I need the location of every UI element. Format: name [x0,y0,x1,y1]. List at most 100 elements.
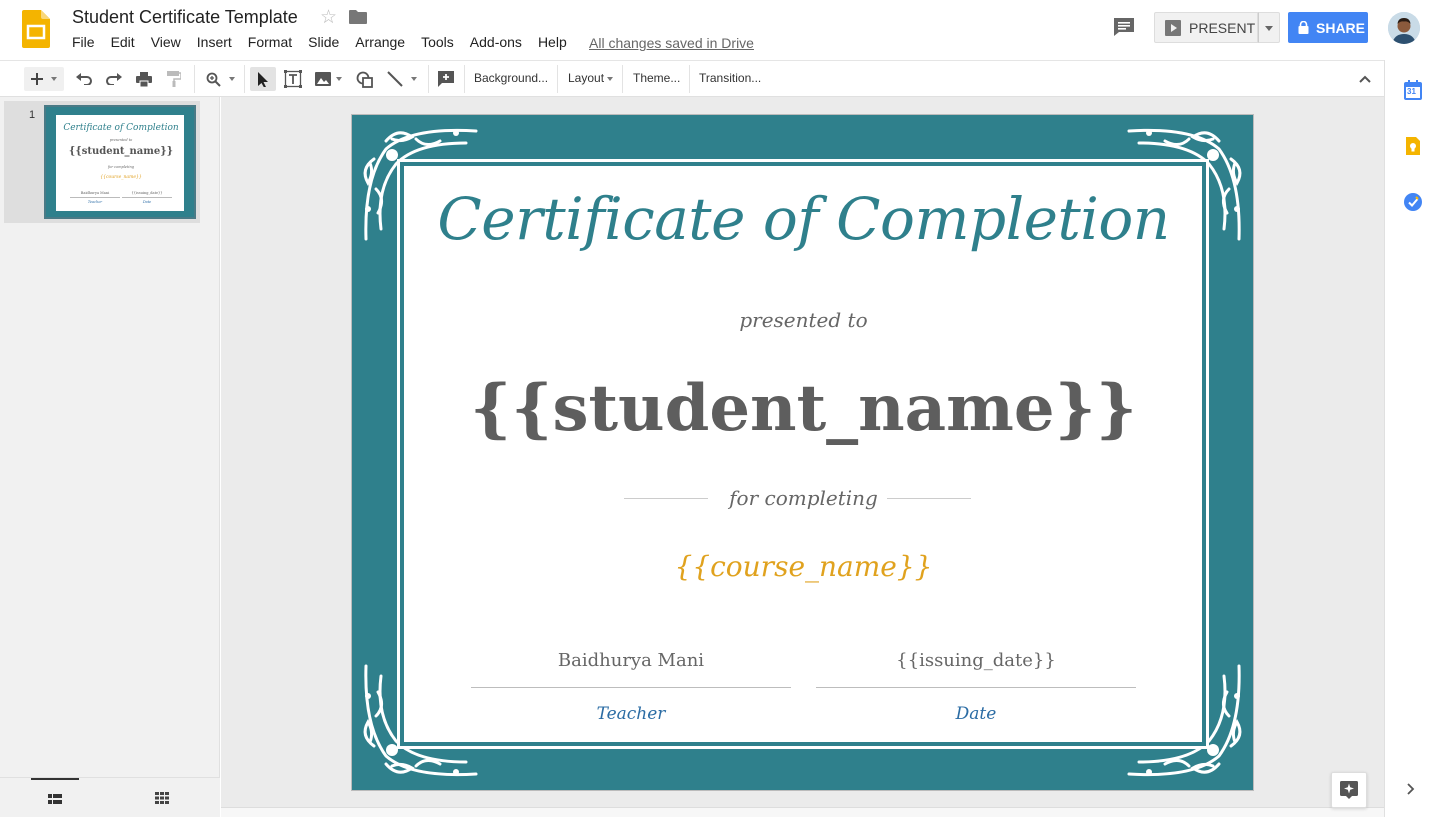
menu-edit[interactable]: Edit [111,34,135,52]
share-button[interactable]: SHARE [1288,12,1368,43]
thumbnail-line [122,197,172,198]
comment-add-button[interactable] [434,67,458,91]
zoom-button[interactable] [200,67,240,91]
slide[interactable]: Certificate of Completion presented to {… [351,114,1254,791]
thumbnail-role-left: Teacher [87,200,103,204]
thumbnail-signature-right: {{issuing_date}} [131,191,163,195]
toolbar: Background... Layout Theme... Transition… [0,60,1384,97]
chevron-down-icon [51,77,57,81]
slide-number: 1 [29,109,36,121]
image-icon [314,72,331,86]
toolbar-divider [244,65,245,93]
menu-arrange[interactable]: Arrange [355,34,405,52]
present-button[interactable]: PRESENT [1154,12,1258,43]
divider-line [887,498,971,499]
redo-button[interactable] [102,67,126,91]
for-completing-text[interactable]: for completing [352,486,1253,510]
menu-format[interactable]: Format [248,34,292,52]
folder-icon[interactable] [349,10,367,24]
paint-format-button[interactable] [162,67,186,91]
menu-insert[interactable]: Insert [197,34,232,52]
thumbnail-course-name: {{course_name}} [100,175,142,180]
present-label: PRESENT [1189,19,1256,36]
shape-button[interactable] [352,67,376,91]
select-tool-button[interactable] [250,67,276,91]
grid-view-icon [155,792,169,804]
print-icon [136,71,152,87]
share-label: SHARE [1316,19,1366,36]
undo-button[interactable] [72,67,96,91]
speaker-notes-handle[interactable] [221,807,1384,817]
transition-button[interactable]: Transition... [699,71,761,85]
signature-line [816,687,1136,688]
thumbnail-for-completing: for completing [107,165,135,169]
signature-line [471,687,791,688]
filmstrip-view-button[interactable] [31,778,79,818]
course-name-placeholder[interactable]: {{course_name}} [352,550,1253,583]
keep-icon[interactable] [1406,137,1420,155]
slide-thumbnail[interactable]: Certificate of Completion presented to {… [44,105,196,219]
app-header: Student Certificate Template ☆ File Edit… [0,0,1440,60]
insert-image-button[interactable] [310,67,346,91]
toolbar-divider [689,65,690,93]
toolbar-divider [622,65,623,93]
chevron-down-icon [335,77,342,81]
student-name-placeholder[interactable]: {{student_name}} [352,371,1253,446]
line-button[interactable] [382,67,422,91]
star-icon[interactable]: ☆ [320,6,337,29]
present-options-button[interactable] [1258,12,1280,43]
print-button[interactable] [132,67,156,91]
theme-button[interactable]: Theme... [633,71,680,85]
save-status-link[interactable]: All changes saved in Drive [589,35,754,51]
issuing-date-placeholder[interactable]: {{issuing_date}} [816,650,1136,671]
chevron-down-icon [1265,26,1273,31]
zoom-icon [206,72,221,87]
background-button[interactable]: Background... [474,71,548,85]
teacher-role-label[interactable]: Teacher [471,704,791,724]
cursor-icon [258,71,268,87]
presented-to-text[interactable]: presented to [352,308,1253,332]
expand-panel-icon[interactable] [1407,782,1419,795]
play-icon [1165,19,1181,36]
side-panel: 31 [1384,60,1440,817]
view-switcher [0,777,220,817]
redo-icon [106,73,122,85]
teacher-signature[interactable]: Baidhurya Mani [471,650,791,671]
explore-icon [1340,781,1358,799]
certificate-title[interactable]: Certificate of Completion [352,185,1253,253]
shape-icon [356,71,373,88]
undo-icon [76,73,92,85]
lock-icon [1298,21,1309,34]
tasks-icon[interactable] [1404,193,1422,211]
paint-roller-icon [167,71,181,87]
slide-canvas[interactable]: Certificate of Completion presented to {… [221,97,1384,807]
slide-thumbnail-item[interactable]: 1 Certificate of Completion presented to… [4,101,200,223]
calendar-icon[interactable]: 31 [1404,80,1422,100]
menu-help[interactable]: Help [538,34,567,52]
collapse-toolbar-button[interactable] [1353,67,1377,91]
account-avatar[interactable] [1388,12,1420,44]
slides-logo-icon[interactable] [22,10,50,48]
slide-filmstrip: 1 Certificate of Completion presented to… [0,97,220,817]
explore-button[interactable] [1331,772,1367,808]
comments-icon[interactable] [1113,17,1135,37]
menu-slide[interactable]: Slide [308,34,339,52]
menu-tools[interactable]: Tools [421,34,454,52]
layout-button[interactable]: Layout [568,71,614,85]
calendar-day: 31 [1407,87,1416,96]
chevron-up-icon [1359,75,1371,83]
thumbnail-signature-left: Baidhurya Mani [80,191,110,195]
menu-bar: File Edit View Insert Format Slide Arran… [72,34,583,52]
thumbnail-line [70,197,120,198]
grid-view-button[interactable] [138,778,186,818]
new-slide-button[interactable] [24,67,64,91]
plus-icon [31,73,43,85]
toolbar-divider [464,65,465,93]
document-title[interactable]: Student Certificate Template [72,7,298,28]
menu-view[interactable]: View [151,34,181,52]
date-role-label[interactable]: Date [816,704,1136,724]
menu-addons[interactable]: Add-ons [470,34,522,52]
chevron-down-icon [607,76,614,81]
text-box-button[interactable] [281,67,305,91]
menu-file[interactable]: File [72,34,95,52]
